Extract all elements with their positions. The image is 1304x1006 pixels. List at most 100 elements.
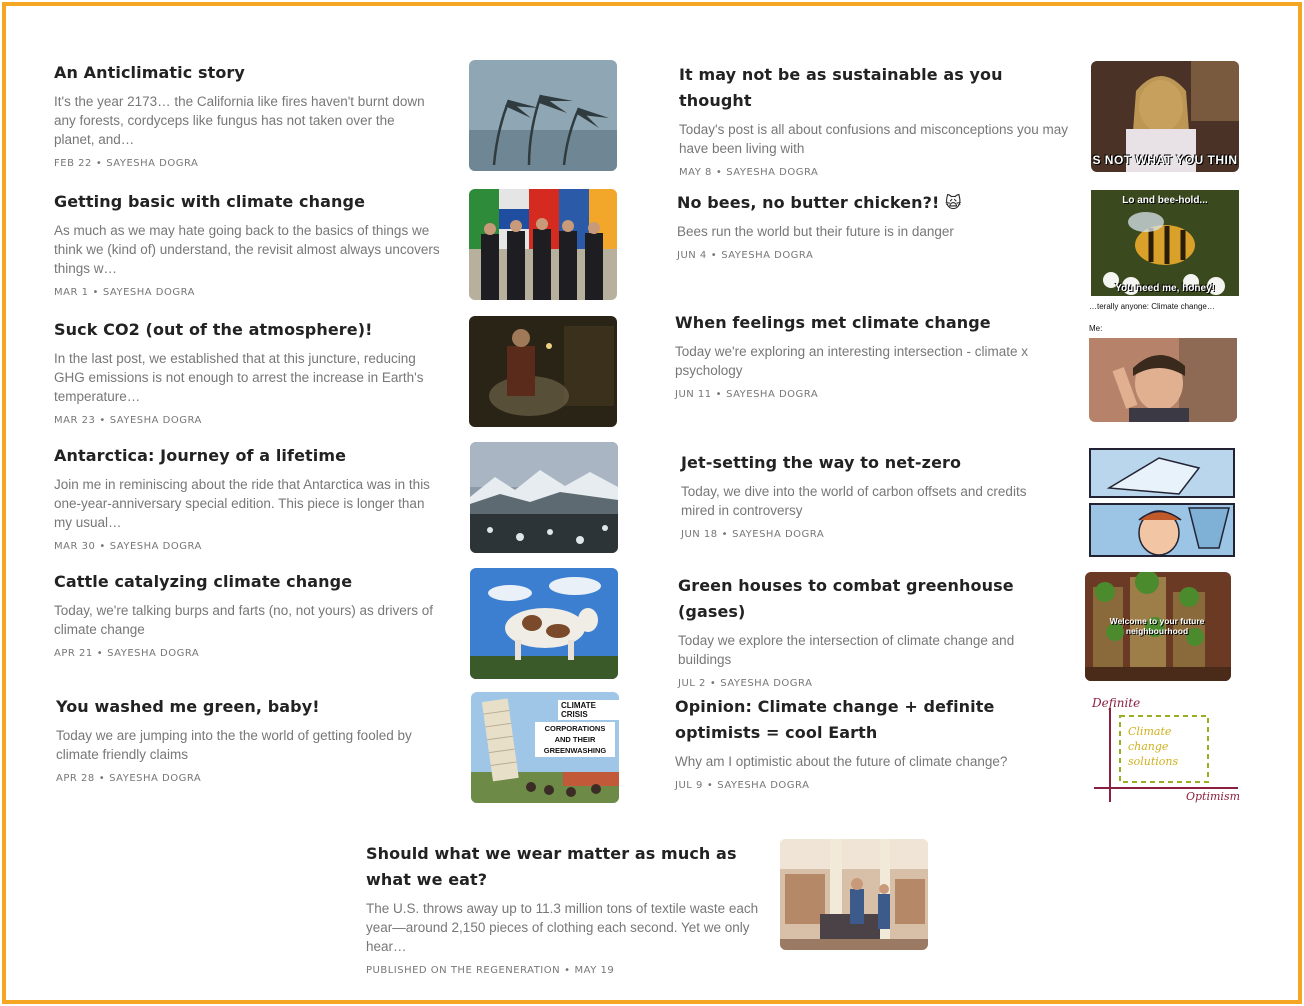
storm-palm-trees-image xyxy=(469,60,617,171)
meme-caption: S NOT WHAT YOU THIN xyxy=(1092,153,1238,167)
giant-cow-image xyxy=(470,568,618,679)
meme-caption: Welcome to your future neighbourhood xyxy=(1109,616,1205,636)
post-author: SAYESHA DOGRA xyxy=(721,250,814,261)
post-thumbnail[interactable] xyxy=(469,60,617,171)
meme-caption: Lo and bee-hold... xyxy=(1122,195,1208,206)
post-author: SAYESHA DOGRA xyxy=(109,773,202,784)
post-date: APR 21 xyxy=(54,648,93,659)
post-title: It may not be as sustainable as you thou… xyxy=(679,65,1003,110)
post-title: Opinion: Climate change + definite optim… xyxy=(675,697,995,742)
post-description: Bees run the world but their future is i… xyxy=(677,224,954,239)
post-description: Today, we dive into the world of carbon … xyxy=(681,484,1027,518)
post-date: MAR 30 xyxy=(54,541,96,552)
post-thumbnail[interactable] xyxy=(1089,448,1237,558)
post-author: SAYESHA DOGRA xyxy=(732,529,825,540)
post-item[interactable]: Should what we wear matter as much as wh… xyxy=(366,841,762,976)
post-title: Antarctica: Journey of a lifetime xyxy=(54,446,347,465)
post-item[interactable]: Green houses to combat greenhouse (gases… xyxy=(678,573,1068,689)
post-item[interactable]: An Anticlimatic story It's the year 2173… xyxy=(54,60,434,169)
post-description: Today, we're talking burps and farts (no… xyxy=(54,603,434,637)
post-author: SAYESHA DOGRA xyxy=(726,389,819,400)
office-meme-image xyxy=(1089,338,1237,422)
post-title: When feelings met climate change xyxy=(675,313,991,332)
post-date: JUN 4 xyxy=(677,250,707,261)
post-thumbnail[interactable]: CLIMATE CRISIS CORPORATIONS AND THEIR GR… xyxy=(471,692,619,803)
post-author: SAYESHA DOGRA xyxy=(106,158,199,169)
post-meta: MAY 8 • SAYESHA DOGRA xyxy=(679,167,819,178)
comic-panels-image xyxy=(1089,448,1237,558)
post-thumbnail[interactable] xyxy=(470,568,618,679)
post-thumbnail[interactable] xyxy=(780,839,928,950)
post-meta: JUN 18 • SAYESHA DOGRA xyxy=(681,529,825,540)
post-thumbnail[interactable] xyxy=(470,442,618,553)
post-meta: MAR 23 • SAYESHA DOGRA xyxy=(54,415,202,426)
post-thumbnail[interactable]: Welcome to your future neighbourhood xyxy=(1085,572,1231,681)
post-date: JUL 2 xyxy=(678,678,706,689)
post-date: MAR 23 xyxy=(54,415,96,426)
post-title: No bees, no butter chicken?! 🙀 xyxy=(677,193,962,212)
post-title: Suck CO2 (out of the atmosphere)! xyxy=(54,320,373,339)
meme-caption: Me: xyxy=(1089,324,1103,333)
post-title: You washed me green, baby! xyxy=(56,697,320,716)
post-thumbnail[interactable]: Definite Climate change solutions Optimi… xyxy=(1090,694,1242,806)
post-thumbnail[interactable]: Lo and bee-hold... You need me, honey! xyxy=(1091,190,1239,296)
chart-label: Climate change solutions xyxy=(1128,725,1179,768)
post-author: SAYESHA DOGRA xyxy=(717,780,810,791)
clothing-store-image xyxy=(780,839,928,950)
post-author: SAYESHA DOGRA xyxy=(720,678,813,689)
post-title: Should what we wear matter as much as wh… xyxy=(366,844,737,889)
post-meta: JUN 4 • SAYESHA DOGRA xyxy=(677,250,814,261)
post-date: JUN 18 xyxy=(681,529,718,540)
post-date: APR 28 xyxy=(56,773,95,784)
post-meta: FEB 22 • SAYESHA DOGRA xyxy=(54,158,199,169)
post-date: JUL 9 xyxy=(675,780,703,791)
post-meta: MAR 1 • SAYESHA DOGRA xyxy=(54,287,195,298)
post-item[interactable]: Antarctica: Journey of a lifetime Join m… xyxy=(54,443,446,552)
post-meta: JUN 11 • SAYESHA DOGRA xyxy=(675,389,819,400)
post-meta: APR 21 • SAYESHA DOGRA xyxy=(54,648,200,659)
meme-caption: …terally anyone: Climate change… xyxy=(1089,302,1215,311)
post-title: Cattle catalyzing climate change xyxy=(54,572,353,591)
post-item[interactable]: No bees, no butter chicken?! 🙀 Bees run … xyxy=(677,190,1077,261)
post-description: Join me in reminiscing about the ride th… xyxy=(54,477,430,530)
post-meta: APR 28 • SAYESHA DOGRA xyxy=(56,773,202,784)
chart-label: Optimism xyxy=(1186,790,1241,803)
post-meta: JUL 9 • SAYESHA DOGRA xyxy=(675,780,810,791)
post-date: FEB 22 xyxy=(54,158,92,169)
post-title: Green houses to combat greenhouse (gases… xyxy=(678,576,1014,621)
post-item[interactable]: You washed me green, baby! Today we are … xyxy=(56,694,446,784)
post-author: SAYESHA DOGRA xyxy=(109,541,202,552)
post-meta: JUL 2 • SAYESHA DOGRA xyxy=(678,678,813,689)
post-item[interactable]: Jet-setting the way to net-zero Today, w… xyxy=(681,450,1061,540)
post-author: SAYESHA DOGRA xyxy=(109,415,202,426)
post-author: PUBLISHED ON THE REGENERATION xyxy=(366,965,561,976)
post-item[interactable]: Suck CO2 (out of the atmosphere)! In the… xyxy=(54,317,450,426)
post-thumbnail[interactable]: S NOT WHAT YOU THIN xyxy=(1091,61,1239,172)
post-description: As much as we may hate going back to the… xyxy=(54,223,440,276)
post-author: SAYESHA DOGRA xyxy=(726,167,819,178)
post-thumbnail[interactable] xyxy=(469,316,617,427)
post-item[interactable]: Getting basic with climate change As muc… xyxy=(54,189,446,298)
dark-movie-scene-image xyxy=(469,316,617,427)
post-item[interactable]: It may not be as sustainable as you thou… xyxy=(679,62,1079,178)
post-description: Today we are jumping into the the world … xyxy=(56,728,412,762)
post-description: Today we explore the intersection of cli… xyxy=(678,633,1015,667)
post-description: Today we're exploring an interesting int… xyxy=(675,344,1028,378)
post-meta: PUBLISHED ON THE REGENERATION • MAY 19 xyxy=(366,965,615,976)
world-leaders-flags-image xyxy=(469,189,617,300)
post-author: SAYESHA DOGRA xyxy=(107,648,200,659)
post-date: MAR 1 xyxy=(54,287,89,298)
meme-caption: You need me, honey! xyxy=(1115,283,1215,294)
antarctica-coast-image xyxy=(470,442,618,553)
post-item[interactable]: Cattle catalyzing climate change Today, … xyxy=(54,569,434,659)
post-item[interactable]: Opinion: Climate change + definite optim… xyxy=(675,694,1070,791)
post-title: An Anticlimatic story xyxy=(54,63,245,82)
post-thumbnail[interactable]: …terally anyone: Climate change… Me: xyxy=(1089,302,1237,422)
post-description: The U.S. throws away up to 11.3 million … xyxy=(366,901,759,954)
post-title: Getting basic with climate change xyxy=(54,192,366,211)
meme-caption: CLIMATE CRISIS xyxy=(558,700,619,720)
post-date: JUN 11 xyxy=(675,389,712,400)
post-item[interactable]: When feelings met climate change Today w… xyxy=(675,310,1065,400)
post-thumbnail[interactable] xyxy=(469,189,617,300)
post-description: In the last post, we established that at… xyxy=(54,351,424,404)
